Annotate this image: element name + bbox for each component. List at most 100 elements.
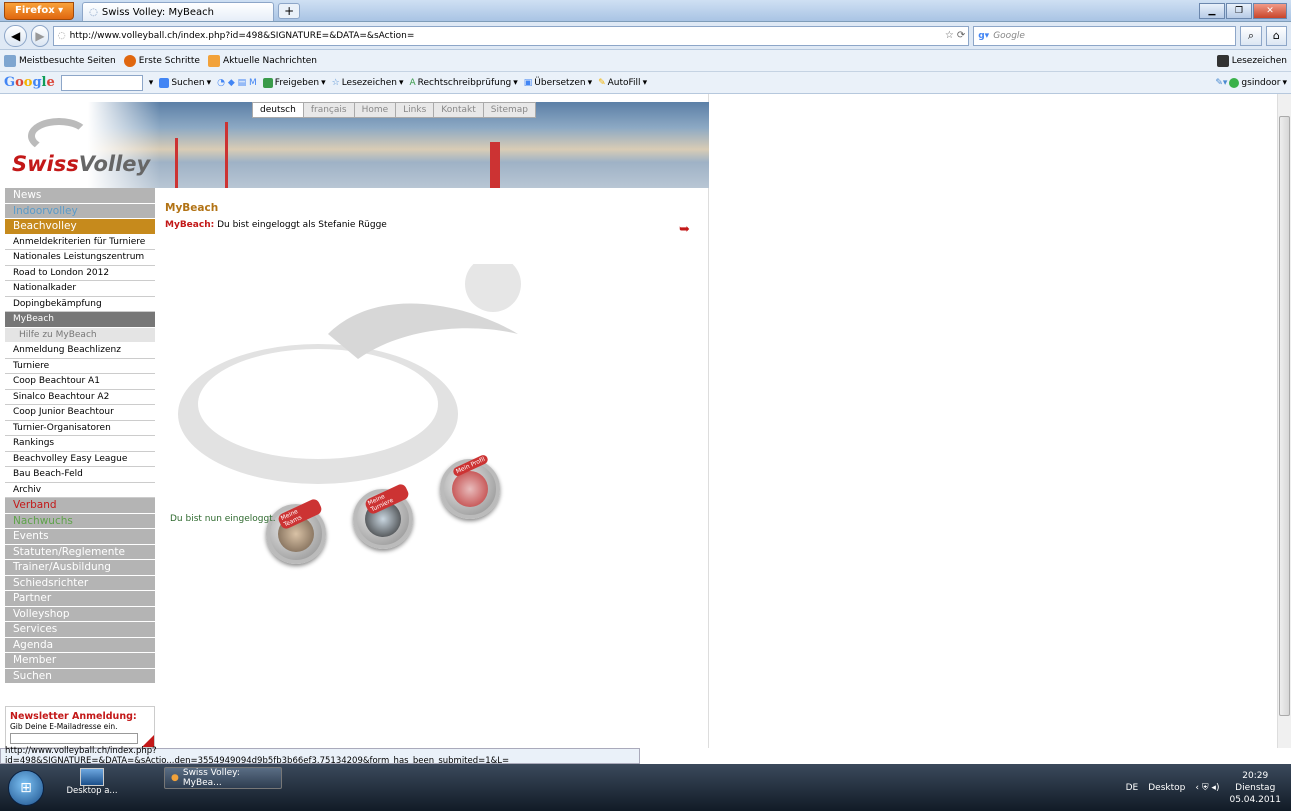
google-account-menu[interactable]: ✎▾ gsindoor ▾ [1215, 77, 1287, 88]
bookmark-erste-schritte[interactable]: Erste Schritte [123, 54, 200, 67]
sidebar-item-statuten-reglemente[interactable]: Statuten/Reglemente [5, 544, 155, 560]
minimize-button[interactable]: ▁ [1199, 2, 1225, 19]
taskbar-firefox-task[interactable]: ● Swiss Volley: MyBea... [164, 767, 282, 789]
share-icon[interactable]: ◔ ◆ ▤ M [217, 78, 257, 88]
login-status-text: Du bist eingeloggt als Stefanie Rügge [217, 220, 387, 230]
clock[interactable]: 20:29 Dienstag 05.04.2011 [1229, 770, 1281, 806]
star-icon: ☆ [331, 77, 340, 88]
forward-button[interactable]: ▶ [31, 24, 49, 47]
spellcheck-menu[interactable]: A Rechtschreibprüfung ▾ [410, 78, 518, 88]
nav-deutsch[interactable]: deutsch [253, 103, 304, 117]
toolbar-label: Rechtschreibprüfung [417, 77, 512, 88]
autofill-menu[interactable]: ✎ AutoFill ▾ [598, 78, 647, 88]
sidebar-item-anmeldung-beachlizenz[interactable]: Anmeldung Beachlizenz [5, 343, 155, 359]
sidebar-item-coop-junior-beachtour[interactable]: Coop Junior Beachtour [5, 405, 155, 421]
sidebar-item-bau-beach-feld[interactable]: Bau Beach-Feld [5, 467, 155, 483]
sidebar-item-road-to-london-2012[interactable]: Road to London 2012 [5, 265, 155, 281]
sidebar-item-volleyshop[interactable]: Volleyshop [5, 606, 155, 622]
firefox-icon [123, 54, 136, 67]
nav-francais[interactable]: français [303, 103, 355, 117]
sidebar-item-beachvolley-easy-league[interactable]: Beachvolley Easy League [5, 451, 155, 467]
url-text: http://www.volleyball.ch/index.php?id=49… [69, 30, 415, 41]
firefox-icon: ● [171, 773, 179, 783]
sidebar-item-dopingbek-mpfung[interactable]: Dopingbekämpfung [5, 296, 155, 312]
sidebar-item-mybeach[interactable]: MyBeach [5, 312, 155, 328]
bookmarks-menu[interactable]: Lesezeichen [1216, 54, 1287, 67]
desktop-icon [80, 768, 104, 786]
google-search-menu[interactable]: Suchen ▾ [159, 77, 211, 88]
sidebar-item-nachwuchs[interactable]: Nachwuchs [5, 513, 155, 529]
desktop-toolbar[interactable]: Desktop [1148, 783, 1185, 793]
home-button[interactable]: ⌂ [1265, 25, 1287, 46]
toolbar-label: Übersetzen [534, 77, 586, 88]
language-indicator[interactable]: DE [1126, 783, 1139, 793]
dropdown-icon[interactable]: ▾ [149, 78, 154, 88]
swissvolley-logo[interactable]: SwissVolley [12, 152, 150, 176]
close-button[interactable]: ✕ [1253, 2, 1287, 19]
net-post-icon [175, 138, 185, 188]
sidebar-item-archiv[interactable]: Archiv [5, 482, 155, 498]
maximize-button[interactable]: ❐ [1226, 2, 1252, 19]
url-bar[interactable]: ◌ http://www.volleyball.ch/index.php?id=… [52, 25, 970, 46]
share-menu[interactable]: Freigeben ▾ [262, 77, 326, 88]
sidebar-item-member[interactable]: Member [5, 653, 155, 669]
share-plus-icon [262, 77, 273, 88]
sidebar-item-hilfe-zu-mybeach[interactable]: Hilfe zu MyBeach [5, 327, 155, 343]
windows-logo-icon: ⊞ [20, 780, 32, 796]
new-tab-button[interactable]: + [278, 2, 301, 19]
scrollbar-thumb[interactable] [1279, 116, 1290, 716]
bookmark-meistbesuchte[interactable]: Meistbesuchte Seiten [4, 54, 116, 67]
google-search-icon: g▾ [978, 30, 990, 41]
logout-icon[interactable]: ➥ [679, 222, 690, 237]
google-icon [159, 77, 170, 88]
sidebar-item-nationales-leistungszentrum[interactable]: Nationales Leistungszentrum [5, 250, 155, 266]
sidebar-item-beachvolley[interactable]: Beachvolley [5, 219, 155, 235]
page-title: MyBeach [165, 202, 219, 214]
sidebar-item-rankings[interactable]: Rankings [5, 436, 155, 452]
sidebar-item-verband[interactable]: Verband [5, 498, 155, 514]
sidebar-item-sinalco-beachtour-a2[interactable]: Sinalco Beachtour A2 [5, 389, 155, 405]
google-toolbar-input[interactable] [60, 74, 143, 91]
vertical-scrollbar[interactable] [1277, 94, 1291, 748]
desktop-shortcut[interactable]: Desktop a... [62, 768, 122, 796]
newsletter-email-input[interactable] [10, 733, 138, 744]
sidebar-item-partner[interactable]: Partner [5, 591, 155, 607]
browser-tab[interactable]: ◌ Swiss Volley: MyBeach [82, 2, 275, 21]
translate-icon: ▣ [523, 77, 533, 88]
star-icon[interactable]: ☆ [945, 30, 954, 41]
nav-links[interactable]: Links [396, 103, 435, 117]
mein-profil-button[interactable]: Mein Profil [440, 453, 500, 519]
start-button[interactable]: ⊞ [8, 770, 44, 806]
title-bar: Firefox ▾ ◌ Swiss Volley: MyBeach + ▁ ❐ … [0, 0, 1291, 22]
sidebar-item-coop-beachtour-a1[interactable]: Coop Beachtour A1 [5, 374, 155, 390]
sidebar-item-suchen[interactable]: Suchen [5, 668, 155, 684]
nav-kontakt[interactable]: Kontakt [434, 103, 484, 117]
sidebar-item-anmeldekriterien-f-r-turniere[interactable]: Anmeldekriterien für Turniere [5, 234, 155, 250]
back-button[interactable]: ◀ [4, 24, 28, 47]
sidebar-item-agenda[interactable]: Agenda [5, 637, 155, 653]
sidebar-item-turnier-organisatoren[interactable]: Turnier-Organisatoren [5, 420, 155, 436]
sidebar-item-nationalkader[interactable]: Nationalkader [5, 281, 155, 297]
meine-turniere-button[interactable]: Meine Turniere [353, 482, 413, 549]
meine-teams-button[interactable]: Meine Teams [266, 497, 326, 564]
nav-sitemap[interactable]: Sitemap [483, 103, 536, 117]
sidebar-item-trainer-ausbildung[interactable]: Trainer/Ausbildung [5, 560, 155, 576]
lesezeichen-menu[interactable]: ☆ Lesezeichen ▾ [332, 78, 404, 88]
search-button[interactable]: ⌕ [1240, 25, 1262, 46]
magnifier-icon: ⌕ [1247, 28, 1255, 42]
sidebar-item-events[interactable]: Events [5, 529, 155, 545]
clock-time: 20:29 [1242, 770, 1269, 781]
sidebar-item-indoorvolley[interactable]: Indoorvolley [5, 203, 155, 219]
bookmark-nachrichten[interactable]: Aktuelle Nachrichten [207, 54, 317, 67]
logo-area: SwissVolley [0, 102, 160, 188]
reload-icon[interactable]: ⟳ [957, 30, 965, 41]
sidebar-item-schiedsrichter[interactable]: Schiedsrichter [5, 575, 155, 591]
firefox-menu-button[interactable]: Firefox ▾ [4, 1, 75, 20]
translate-menu[interactable]: ▣ Übersetzen ▾ [524, 78, 592, 88]
search-input[interactable]: g▾ Google [973, 25, 1237, 46]
sidebar-item-turniere[interactable]: Turniere [5, 358, 155, 374]
nav-home[interactable]: Home [354, 103, 397, 117]
tray-icons[interactable]: ‹ ⛨ ◂) [1195, 783, 1219, 793]
sidebar-item-services[interactable]: Services [5, 622, 155, 638]
sidebar-item-news[interactable]: News [5, 188, 155, 204]
